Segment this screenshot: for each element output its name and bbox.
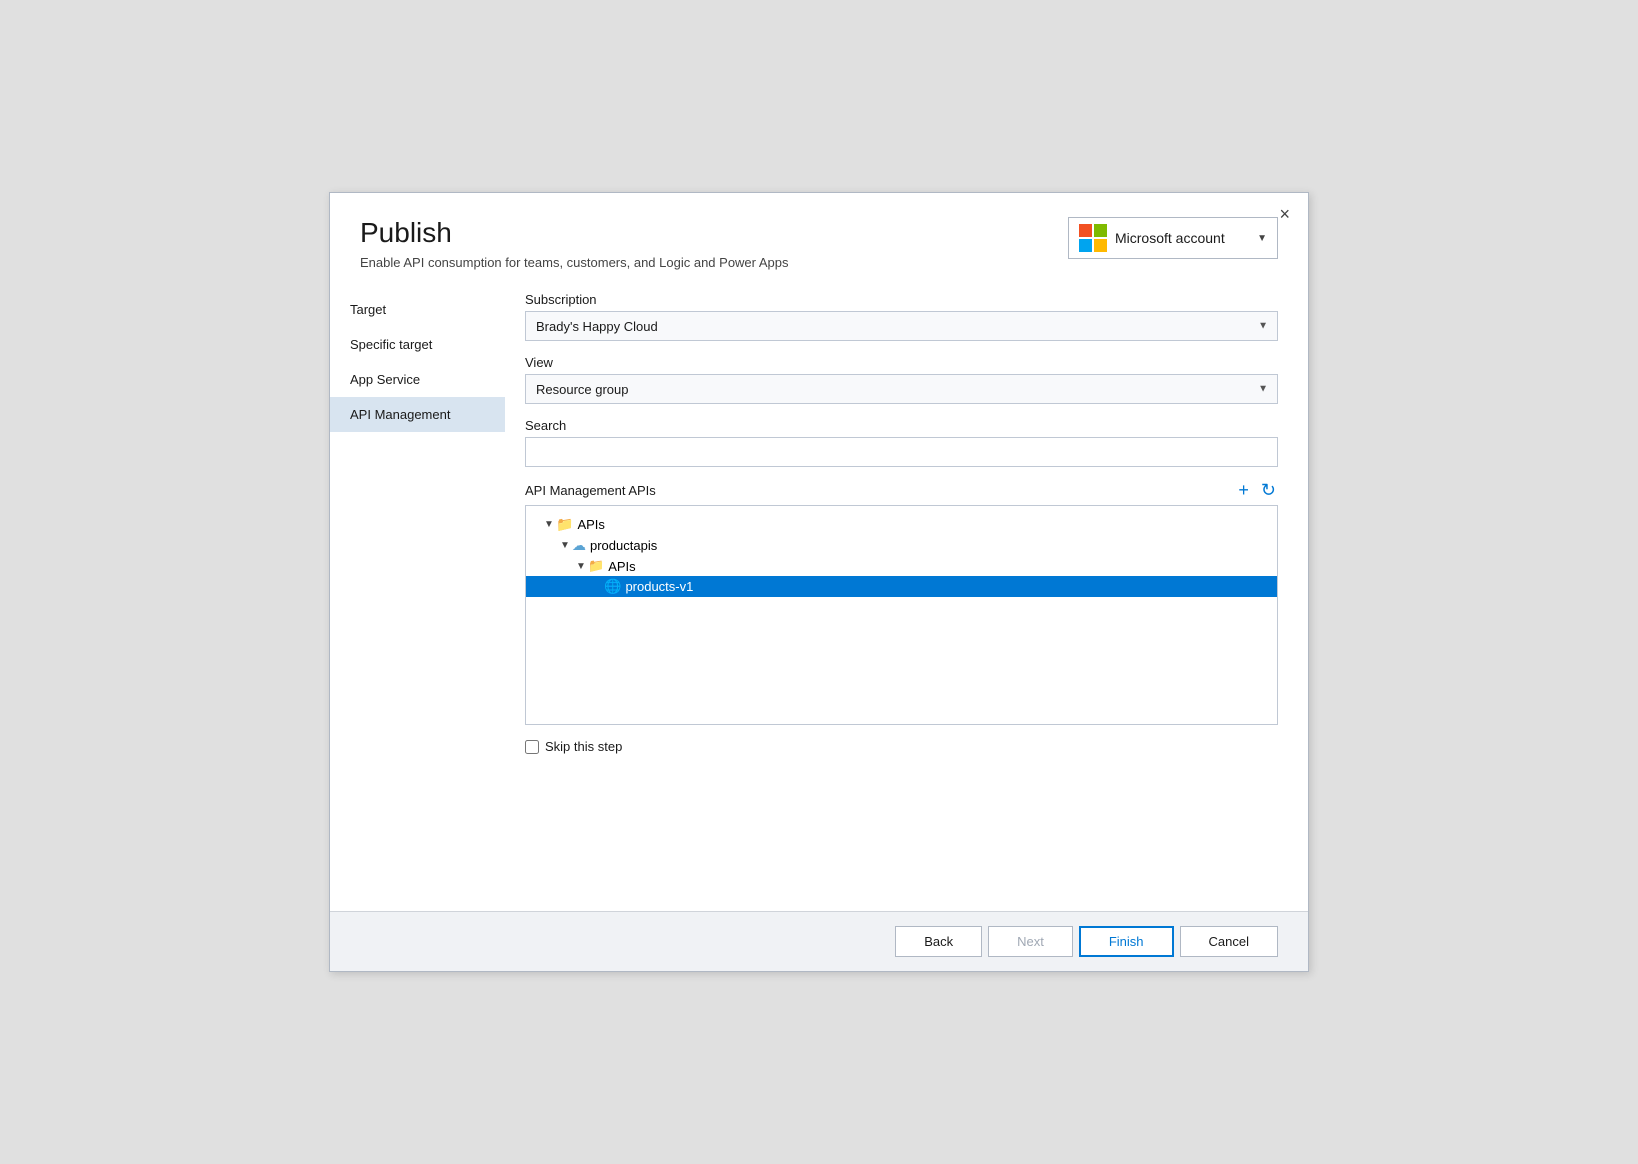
ms-logo-blue <box>1079 239 1092 252</box>
folder-icon: 📁 <box>556 516 573 533</box>
cancel-button[interactable]: Cancel <box>1180 926 1278 957</box>
search-input[interactable] <box>525 437 1278 467</box>
dialog-footer: Back Next Finish Cancel <box>330 911 1308 971</box>
refresh-button[interactable]: ↻ <box>1259 481 1278 499</box>
main-content: Subscription Brady's Happy Cloud View Re… <box>505 282 1308 911</box>
sidebar: Target Specific target App Service API M… <box>330 282 505 911</box>
microsoft-logo-icon <box>1079 224 1107 252</box>
productapis-label: productapis <box>590 538 657 553</box>
skip-section: Skip this step <box>525 739 1278 754</box>
view-label: View <box>525 355 1278 370</box>
dialog-body: Target Specific target App Service API M… <box>330 282 1308 911</box>
view-group: View Resource group <box>525 355 1278 404</box>
tree-node-apis-root[interactable]: ▼ 📁 APIs <box>526 514 1277 535</box>
search-group: Search <box>525 418 1278 467</box>
dialog-header: Publish Enable API consumption for teams… <box>330 193 1308 282</box>
subscription-select-wrapper: Brady's Happy Cloud <box>525 311 1278 341</box>
sidebar-item-specific-target[interactable]: Specific target <box>330 327 505 362</box>
view-select[interactable]: Resource group <box>525 374 1278 404</box>
account-label: Microsoft account <box>1115 230 1249 246</box>
dialog-title: Publish <box>360 217 789 249</box>
subscription-label: Subscription <box>525 292 1278 307</box>
next-button[interactable]: Next <box>988 926 1073 957</box>
api-tree: ▼ 📁 APIs ▼ ☁ productapis <box>525 505 1278 725</box>
skip-checkbox[interactable] <box>525 740 539 754</box>
finish-button[interactable]: Finish <box>1079 926 1174 957</box>
folder-sub-icon: 📁 <box>588 558 604 574</box>
close-button[interactable]: × <box>1275 203 1294 225</box>
apis-sub-label: APIs <box>608 559 635 574</box>
ms-logo-red <box>1079 224 1092 237</box>
subscription-group: Subscription Brady's Happy Cloud <box>525 292 1278 341</box>
globe-icon: 🌐 <box>604 578 621 595</box>
ms-logo-yellow <box>1094 239 1107 252</box>
api-management-actions: + ↻ <box>1236 481 1278 499</box>
tree-node-productapis[interactable]: ▼ ☁ productapis <box>526 535 1277 556</box>
account-chevron-icon: ▼ <box>1257 233 1267 244</box>
apis-root-label: APIs <box>577 517 604 532</box>
api-management-header: API Management APIs + ↻ <box>525 481 1278 499</box>
back-button[interactable]: Back <box>895 926 982 957</box>
search-label: Search <box>525 418 1278 433</box>
subscription-select[interactable]: Brady's Happy Cloud <box>525 311 1278 341</box>
sidebar-item-app-service[interactable]: App Service <box>330 362 505 397</box>
cloud-icon: ☁ <box>572 537 586 554</box>
tree-node-apis-sub[interactable]: ▼ 📁 APIs <box>526 556 1277 576</box>
title-area: Publish Enable API consumption for teams… <box>360 217 789 270</box>
api-management-section: API Management APIs + ↻ ▼ 📁 APIs <box>525 481 1278 725</box>
sidebar-item-api-management[interactable]: API Management <box>330 397 505 432</box>
add-api-button[interactable]: + <box>1236 481 1251 499</box>
dialog-subtitle: Enable API consumption for teams, custom… <box>360 255 789 270</box>
publish-dialog: × Publish Enable API consumption for tea… <box>329 192 1309 972</box>
sidebar-item-target[interactable]: Target <box>330 292 505 327</box>
ms-logo-green <box>1094 224 1107 237</box>
tree-node-products-v1[interactable]: 🌐 products-v1 <box>526 576 1277 597</box>
skip-label: Skip this step <box>545 739 622 754</box>
account-selector[interactable]: Microsoft account ▼ <box>1068 217 1278 259</box>
products-v1-label: products-v1 <box>625 579 693 594</box>
view-select-wrapper: Resource group <box>525 374 1278 404</box>
api-management-title: API Management APIs <box>525 483 656 498</box>
